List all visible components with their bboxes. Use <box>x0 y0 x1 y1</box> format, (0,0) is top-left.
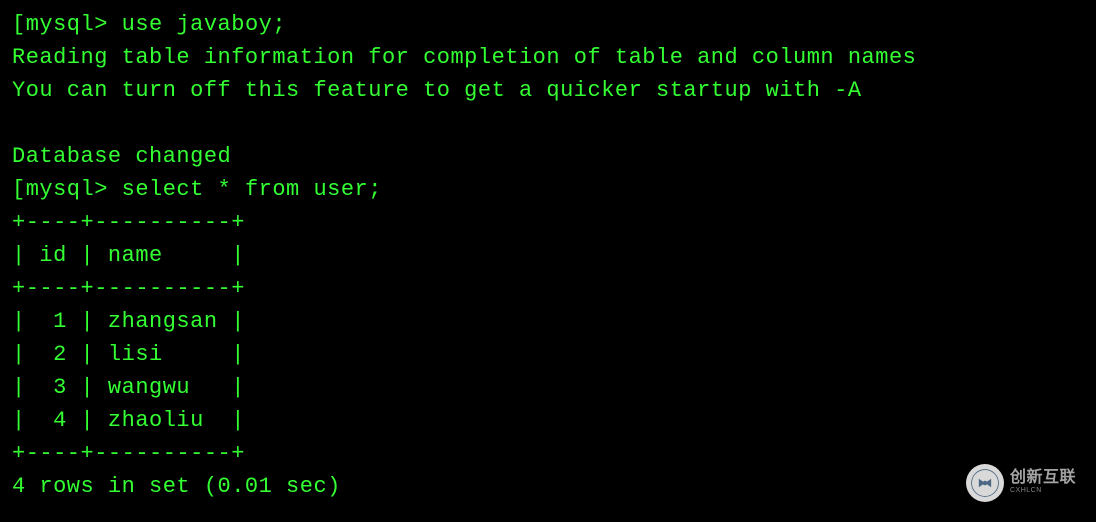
table-row: | 3 | wangwu | <box>12 371 1084 404</box>
table-border-mid: +----+----------+ <box>12 272 1084 305</box>
table-row: | 4 | zhaoliu | <box>12 404 1084 437</box>
mysql-prompt: mysql> <box>26 12 122 37</box>
watermark-label: 创新互联 <box>1010 470 1076 486</box>
terminal-output: [mysql> use javaboy; Reading table infor… <box>12 8 1084 503</box>
blank-line <box>12 107 1084 140</box>
rows-summary: 4 rows in set (0.01 sec) <box>12 470 1084 503</box>
command-line-2[interactable]: [mysql> select * from user; <box>12 173 1084 206</box>
use-command: use javaboy; <box>122 12 286 37</box>
table-border-top: +----+----------+ <box>12 206 1084 239</box>
info-reading: Reading table information for completion… <box>12 41 1084 74</box>
info-turnoff: You can turn off this feature to get a q… <box>12 74 1084 107</box>
bracket: [ <box>12 12 26 37</box>
logo-icon <box>971 469 999 497</box>
table-header: | id | name | <box>12 239 1084 272</box>
mysql-prompt: mysql> <box>26 177 122 202</box>
watermark-sublabel: CXHLCN <box>1010 486 1076 497</box>
table-row: | 2 | lisi | <box>12 338 1084 371</box>
bracket: [ <box>12 177 26 202</box>
table-row: | 1 | zhangsan | <box>12 305 1084 338</box>
db-changed: Database changed <box>12 140 1084 173</box>
watermark-icon <box>966 464 1004 502</box>
watermark-text-block: 创新互联 CXHLCN <box>1010 470 1076 497</box>
watermark: 创新互联 CXHLCN <box>966 464 1076 502</box>
command-line-1[interactable]: [mysql> use javaboy; <box>12 8 1084 41</box>
table-border-bottom: +----+----------+ <box>12 437 1084 470</box>
select-command: select * from user; <box>122 177 382 202</box>
